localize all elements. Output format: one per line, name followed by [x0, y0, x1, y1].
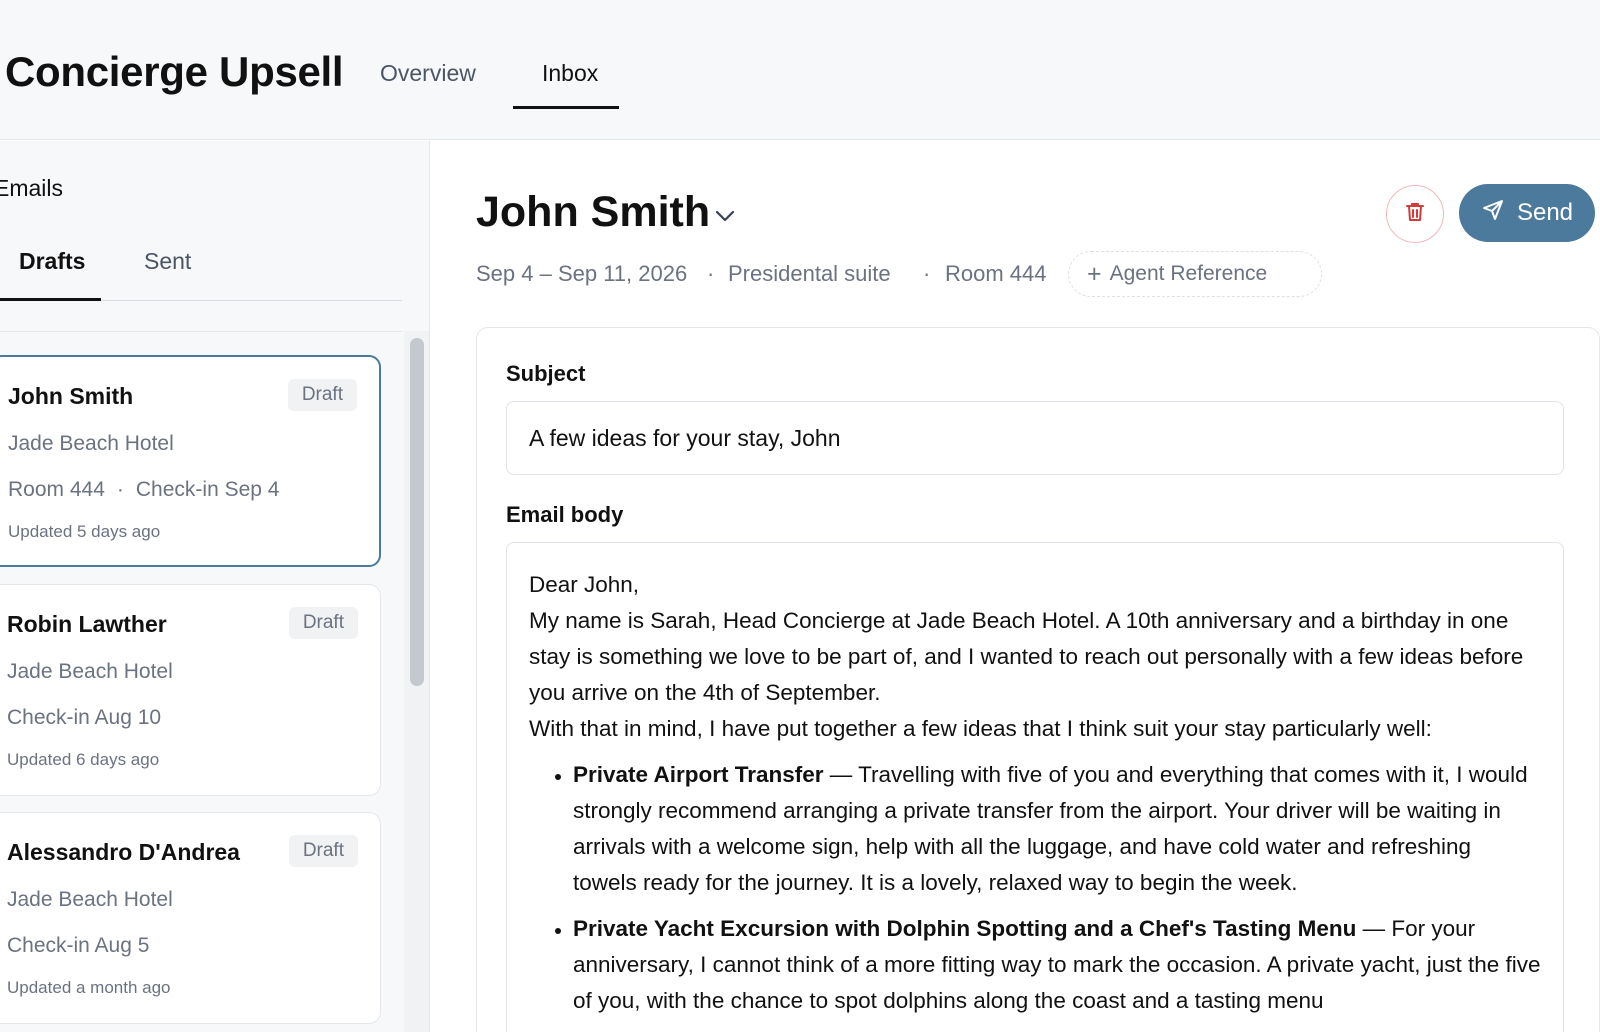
agent-reference-label: Agent Reference: [1109, 262, 1268, 285]
card-hotel: Jade Beach Hotel: [7, 888, 173, 911]
status-badge: Draft: [288, 607, 358, 639]
email-card-alessandro-dandrea[interactable]: Alessandro D'Andrea Draft Jade Beach Hot…: [0, 812, 381, 1024]
card-updated: Updated 6 days ago: [7, 750, 160, 769]
email-body-editor[interactable]: Dear John, My name is Sarah, Head Concie…: [506, 542, 1564, 1032]
tab-drafts-underline: [0, 298, 101, 301]
body-greeting: Dear John,: [529, 572, 640, 597]
list-divider: [0, 331, 403, 332]
card-room: Room 444: [8, 478, 105, 501]
app-header: Concierge Upsell Overview Inbox: [0, 0, 1600, 140]
status-badge: Draft: [287, 379, 357, 411]
tab-drafts[interactable]: Drafts: [19, 248, 85, 275]
email-card-john-smith[interactable]: John Smith Draft Jade Beach Hotel Room 4…: [0, 355, 381, 567]
send-button[interactable]: Send: [1459, 184, 1595, 242]
subject-input[interactable]: [506, 401, 1564, 475]
status-badge: Draft: [288, 835, 358, 867]
card-hotel: Jade Beach Hotel: [8, 432, 174, 455]
agent-reference-button[interactable]: + Agent Reference: [1068, 251, 1322, 297]
list-item: Private Airport Transfer — Travelling wi…: [573, 757, 1541, 901]
card-hotel: Jade Beach Hotel: [7, 660, 173, 683]
room-number: Room 444: [945, 261, 1047, 286]
meta-separator: ·: [116, 478, 124, 501]
tab-inbox[interactable]: Inbox: [542, 60, 598, 87]
card-checkin: Check-in Aug 10: [7, 706, 162, 729]
list-item: Private Yacht Excursion with Dolphin Spo…: [573, 911, 1541, 1019]
body-lead-in: With that in mind, I have put together a…: [529, 716, 1432, 741]
card-guest-name: Alessandro D'Andrea: [7, 839, 240, 865]
stay-dates: Sep 4 – Sep 11, 2026: [476, 261, 688, 286]
email-card-robin-lawther[interactable]: Robin Lawther Draft Jade Beach Hotel Che…: [0, 584, 381, 796]
card-checkin: Check-in Sep 4: [135, 478, 280, 501]
tab-inbox-underline: [513, 106, 619, 109]
trash-icon: [1403, 200, 1427, 229]
card-guest-name: John Smith: [8, 383, 134, 409]
suggestion-list: Private Airport Transfer — Travelling wi…: [529, 757, 1541, 1019]
sidebar-heading: Emails: [0, 175, 64, 201]
email-body-label: Email body: [506, 502, 624, 527]
item-title: Private Airport Transfer: [573, 762, 824, 787]
card-updated: Updated 5 days ago: [8, 522, 161, 541]
tab-sent[interactable]: Sent: [144, 248, 191, 275]
app-title: Concierge Upsell: [5, 48, 344, 95]
send-icon: [1481, 198, 1505, 229]
scrollbar-thumb[interactable]: [410, 338, 424, 686]
guest-name-title: John Smith: [476, 188, 711, 236]
card-meta: Room 444 · Check-in Sep 4: [8, 478, 279, 502]
tab-overview[interactable]: Overview: [380, 60, 476, 87]
meta-separator: ·: [707, 261, 715, 286]
email-body-text: Dear John, My name is Sarah, Head Concie…: [529, 567, 1541, 1029]
meta-separator: ·: [923, 261, 931, 286]
room-type: Presidental suite: [728, 261, 891, 286]
plus-icon: +: [1087, 259, 1102, 288]
delete-draft-button[interactable]: [1386, 185, 1444, 243]
card-updated: Updated a month ago: [7, 978, 171, 997]
card-guest-name: Robin Lawther: [7, 611, 167, 637]
send-label: Send: [1516, 199, 1574, 226]
card-checkin: Check-in Aug 5: [7, 934, 150, 957]
email-sidebar: Emails Drafts Sent John Smith Draft Jade…: [0, 141, 430, 1032]
subject-label: Subject: [506, 361, 586, 386]
chevron-down-icon[interactable]: [712, 203, 738, 229]
item-title: Private Yacht Excursion with Dolphin Spo…: [573, 916, 1357, 941]
body-intro: My name is Sarah, Head Concierge at Jade…: [529, 608, 1524, 705]
